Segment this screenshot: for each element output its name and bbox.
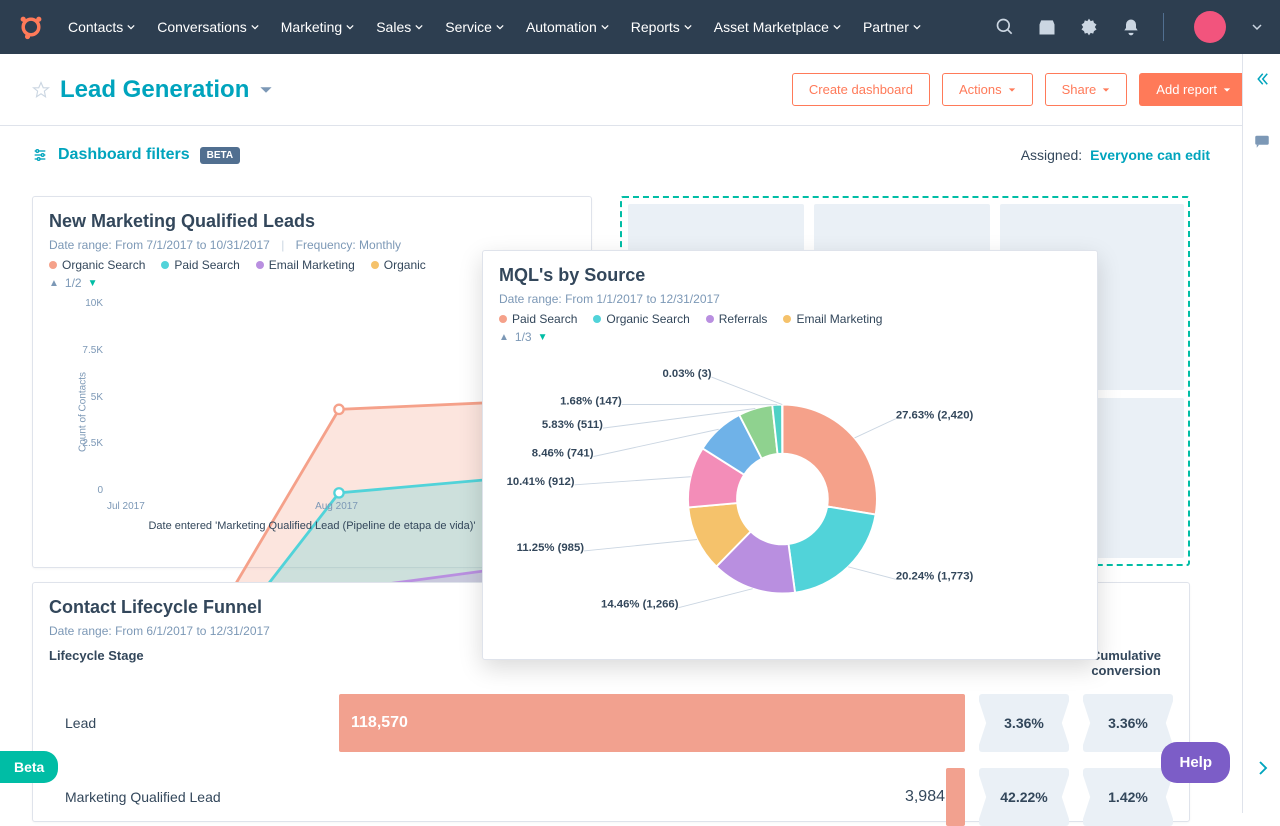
svg-text:27.63% (2,420): 27.63% (2,420) <box>896 410 974 422</box>
funnel-row: Marketing Qualified Lead 3,984 42.22% 1.… <box>49 768 1173 826</box>
nav-item[interactable]: Contacts <box>68 19 135 35</box>
actions-button[interactable]: Actions <box>942 73 1033 106</box>
mql-card[interactable]: MQL's by Source Date range: From 1/1/201… <box>482 250 1098 660</box>
mql-donut: 27.63% (2,420) 20.24% (1,773) 14.46% (1,26… <box>499 354 1081 644</box>
add-report-button[interactable]: Add report <box>1139 73 1248 106</box>
filter-icon[interactable] <box>32 147 48 163</box>
funnel-stage-label: Lead <box>49 715 339 731</box>
bell-icon[interactable] <box>1121 17 1141 37</box>
funnel-row: Lead 118,570 3.36% 3.36% <box>49 694 1173 752</box>
funnel-header-stage: Lifecycle Stage <box>49 648 339 678</box>
nav-item[interactable]: Partner <box>863 19 921 35</box>
avatar[interactable] <box>1194 11 1226 43</box>
assigned-value-link[interactable]: Everyone can edit <box>1090 147 1210 163</box>
donut-svg: 27.63% (2,420) 20.24% (1,773) 14.46% (1,26… <box>499 354 1081 644</box>
gear-icon[interactable] <box>1079 17 1099 37</box>
right-rail <box>1242 54 1280 813</box>
legend-item: Organic <box>371 258 426 272</box>
caret-down-icon <box>259 83 273 97</box>
mql-legend: Paid Search Organic Search Referrals Email … <box>499 312 1081 326</box>
funnel-bar: 3,984 <box>339 768 965 826</box>
share-button[interactable]: Share <box>1045 73 1128 106</box>
mql-title: MQL's by Source <box>499 265 1081 286</box>
beta-badge: BETA <box>200 147 240 164</box>
svg-text:20.24% (1,773): 20.24% (1,773) <box>896 570 974 582</box>
beta-pill[interactable]: Beta <box>0 751 58 783</box>
chevron-down-icon[interactable] <box>1252 22 1262 32</box>
svg-text:8.46% (741): 8.46% (741) <box>532 447 594 459</box>
create-dashboard-button[interactable]: Create dashboard <box>792 73 930 106</box>
nav-item[interactable]: Service <box>445 19 504 35</box>
nav-items: Contacts Conversations Marketing Sales Servi… <box>68 19 921 35</box>
header-actions: Create dashboard Actions Share Add repor… <box>792 73 1248 106</box>
chevron-right-icon[interactable] <box>1254 759 1272 777</box>
nav-item[interactable]: Conversations <box>157 19 259 35</box>
legend-item: Organic Search <box>49 258 145 272</box>
search-icon[interactable] <box>995 17 1015 37</box>
svg-text:10.41% (912): 10.41% (912) <box>507 476 575 488</box>
legend-item: Email Marketing <box>783 312 882 326</box>
y-ticks: 10K7.5K5K2.5K0 <box>67 298 103 496</box>
funnel-stage-label: Marketing Qualified Lead <box>49 789 339 805</box>
legend-item: Referrals <box>706 312 768 326</box>
svg-text:5.83% (511): 5.83% (511) <box>542 419 603 431</box>
assigned-label: Assigned: <box>1021 147 1082 163</box>
svg-text:1.68% (147): 1.68% (147) <box>560 396 622 408</box>
funnel-cumulative: 1.42% <box>1083 768 1173 826</box>
marketplace-icon[interactable] <box>1037 17 1057 37</box>
legend-item: Email Marketing <box>256 258 355 272</box>
help-pill[interactable]: Help <box>1161 742 1230 783</box>
funnel-cumulative: 3.36% <box>1083 694 1173 752</box>
mql-pager[interactable]: ▲1/3▼ <box>499 330 1081 344</box>
nav-item[interactable]: Marketing <box>281 19 354 35</box>
svg-text:0.03% (3): 0.03% (3) <box>662 368 711 380</box>
page-header: Lead Generation Create dashboard Actions… <box>0 54 1280 126</box>
leads-title: New Marketing Qualified Leads <box>49 211 575 232</box>
legend-item: Organic Search <box>593 312 689 326</box>
funnel-bar: 118,570 <box>339 694 965 752</box>
nav-item[interactable]: Asset Marketplace <box>714 19 841 35</box>
legend-item: Paid Search <box>161 258 239 272</box>
top-nav: Contacts Conversations Marketing Sales Servi… <box>0 0 1280 54</box>
mql-meta: Date range: From 1/1/2017 to 12/31/2017 <box>499 292 1081 306</box>
nav-item[interactable]: Reports <box>631 19 692 35</box>
star-icon[interactable] <box>32 81 50 99</box>
filters-row: Dashboard filters BETA Assigned: Everyon… <box>32 146 1210 164</box>
svg-text:14.46% (1,266): 14.46% (1,266) <box>601 599 679 611</box>
page-title[interactable]: Lead Generation <box>60 76 273 104</box>
funnel-conversion: 42.22% <box>979 768 1069 826</box>
hubspot-logo-icon <box>18 14 44 40</box>
collapse-icon[interactable] <box>1253 70 1271 88</box>
nav-icon-group <box>995 11 1262 43</box>
nav-item[interactable]: Automation <box>526 19 609 35</box>
funnel-conversion: 3.36% <box>979 694 1069 752</box>
comment-icon[interactable] <box>1253 132 1271 150</box>
dashboard-filters-link[interactable]: Dashboard filters <box>58 146 190 164</box>
nav-item[interactable]: Sales <box>376 19 423 35</box>
svg-text:11.25% (985): 11.25% (985) <box>517 542 585 554</box>
legend-item: Paid Search <box>499 312 577 326</box>
